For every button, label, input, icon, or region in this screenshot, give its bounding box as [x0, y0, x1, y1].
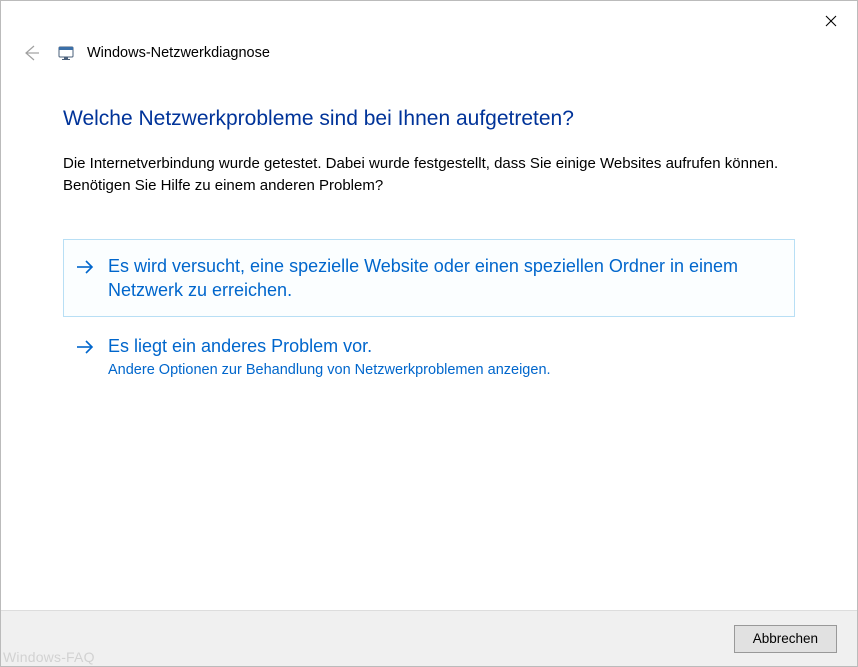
option-specific-website[interactable]: Es wird versucht, eine spezielle Website…: [63, 239, 795, 318]
cancel-button[interactable]: Abbrechen: [734, 625, 837, 653]
option-other-problem[interactable]: Es liegt ein anderes Problem vor. Andere…: [63, 319, 795, 396]
app-icon: [57, 43, 77, 63]
close-icon: [825, 15, 837, 27]
page-heading: Welche Netzwerkprobleme sind bei Ihnen a…: [63, 107, 795, 131]
footer: Abbrechen: [1, 610, 857, 666]
option-title: Es wird versucht, eine spezielle Website…: [108, 254, 782, 303]
option-subtitle: Andere Optionen zur Behandlung von Netzw…: [108, 360, 782, 380]
option-title: Es liegt ein anderes Problem vor.: [108, 334, 782, 358]
arrow-right-icon: [74, 256, 96, 278]
header: Windows-Netzwerkdiagnose: [1, 39, 857, 65]
arrow-right-icon: [74, 336, 96, 358]
option-text: Es liegt ein anderes Problem vor. Andere…: [108, 334, 782, 381]
content-area: Welche Netzwerkprobleme sind bei Ihnen a…: [1, 65, 857, 396]
option-text: Es wird versucht, eine spezielle Website…: [108, 254, 782, 303]
close-button[interactable]: [811, 7, 851, 35]
arrow-left-icon: [22, 44, 40, 62]
app-title: Windows-Netzwerkdiagnose: [87, 45, 270, 61]
titlebar: [1, 1, 857, 39]
network-diagnostics-icon: [57, 43, 77, 63]
page-description: Die Internetverbindung wurde getestet. D…: [63, 153, 795, 197]
back-button[interactable]: [19, 41, 43, 65]
